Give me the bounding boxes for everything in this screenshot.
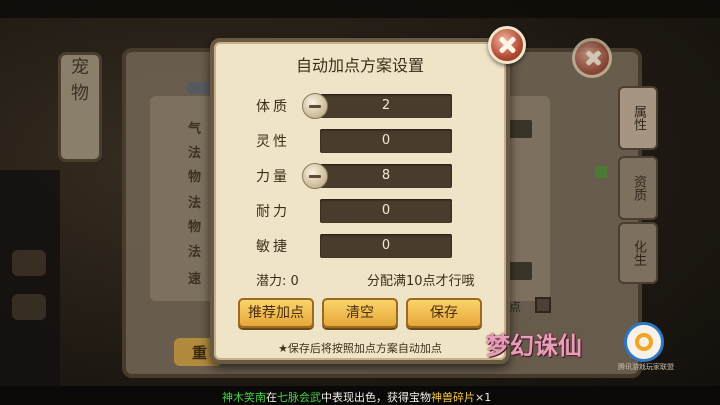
stat-label: 灵性 xyxy=(256,134,290,150)
pet-scroll-char: 物 xyxy=(71,83,89,104)
announcement-ticker: 神木笑南在七脉会武中表现出色，获得宝物神兽碎片×1 xyxy=(0,386,720,405)
stat-row-endurance: 耐力 0 xyxy=(214,199,514,223)
panel-close-icon[interactable] xyxy=(572,38,612,78)
ticker-text-part: 在 xyxy=(266,391,277,404)
bg-attr-label: 法 xyxy=(188,146,202,161)
tab-aptitude[interactable]: 资质 xyxy=(618,156,658,220)
publisher-logo xyxy=(624,322,664,362)
ticker-item-name: 神兽碎片 xyxy=(431,391,475,404)
bg-checkbox[interactable] xyxy=(535,297,551,313)
stat-row-spirit: 灵性 0 xyxy=(214,129,514,153)
ticker-event-name: 七脉会武 xyxy=(277,391,321,404)
bg-attr-label: 物 xyxy=(188,220,202,235)
allocate-hint: 分配满10点才行哦 xyxy=(367,274,475,289)
ticker-text: 神木笑南在七脉会武中表现出色，获得宝物神兽碎片×1 xyxy=(222,389,491,405)
top-status-strip xyxy=(0,0,720,18)
close-icon[interactable] xyxy=(488,26,526,64)
stat-value-field[interactable]: 2 xyxy=(320,94,452,118)
stat-label: 耐力 xyxy=(256,204,290,220)
stat-row-agility: 敏捷 0 xyxy=(214,234,514,258)
stat-value-field[interactable]: 0 xyxy=(320,234,452,258)
potential-points: 潜力: 0 xyxy=(256,274,299,289)
game-logo: 梦幻诛仙 xyxy=(486,326,618,376)
stat-value-field[interactable]: 8 xyxy=(320,164,452,188)
bg-attr-label: 气 xyxy=(188,122,202,137)
clear-button[interactable]: 清空 xyxy=(322,298,398,328)
stat-value-field[interactable]: 0 xyxy=(320,199,452,223)
bg-attr-label: 物 xyxy=(188,170,202,185)
ticker-player-name: 神木笑南 xyxy=(222,391,266,404)
save-footnote: ★保存后将按照加点方案自动加点 xyxy=(278,342,442,355)
bg-attr-label: 法 xyxy=(188,245,202,260)
tab-attributes[interactable]: 属性 xyxy=(618,86,658,150)
game-screen: 宠 物 气 法 物 法 物 法 速 属性 资质 化生 点 重 自动加点方案设置 … xyxy=(0,0,720,405)
stat-label: 敏捷 xyxy=(256,239,290,255)
left-side-strip xyxy=(0,170,60,400)
pet-scroll-char: 宠 xyxy=(71,57,89,78)
game-logo-text: 梦幻诛仙 xyxy=(486,331,582,360)
auto-allocate-dialog: 自动加点方案设置 体质 2 灵性 0 力量 8 耐力 0 敏捷 0 潜力: 0 … xyxy=(210,38,510,364)
bg-attr-label: 法 xyxy=(188,196,202,211)
dialog-title: 自动加点方案设置 xyxy=(295,56,424,75)
save-button[interactable]: 保存 xyxy=(406,298,482,328)
stat-row-strength: 力量 8 xyxy=(214,163,514,189)
recommend-button[interactable]: 推荐加点 xyxy=(238,298,314,328)
stat-row-constitution: 体质 2 xyxy=(214,93,514,119)
stat-label: 力量 xyxy=(256,169,290,185)
bg-checkbox-label: 点 xyxy=(509,300,522,314)
tab-transform[interactable]: 化生 xyxy=(618,222,658,284)
left-menu-icon[interactable] xyxy=(12,250,46,276)
minus-icon[interactable] xyxy=(302,163,328,189)
ticker-item-count: ×1 xyxy=(475,391,492,404)
minus-icon[interactable] xyxy=(302,93,328,119)
stat-label: 体质 xyxy=(256,99,290,115)
bg-plus-icon[interactable] xyxy=(595,166,607,178)
publisher-text: 腾讯游戏玩家联盟 xyxy=(618,363,674,371)
stat-value-field[interactable]: 0 xyxy=(320,129,452,153)
left-menu-icon[interactable] xyxy=(12,294,46,320)
bg-attr-label: 速 xyxy=(188,272,202,287)
pet-scroll-banner: 宠 物 xyxy=(58,52,102,162)
ticker-text-part: 中表现出色，获得宝物 xyxy=(321,391,431,404)
